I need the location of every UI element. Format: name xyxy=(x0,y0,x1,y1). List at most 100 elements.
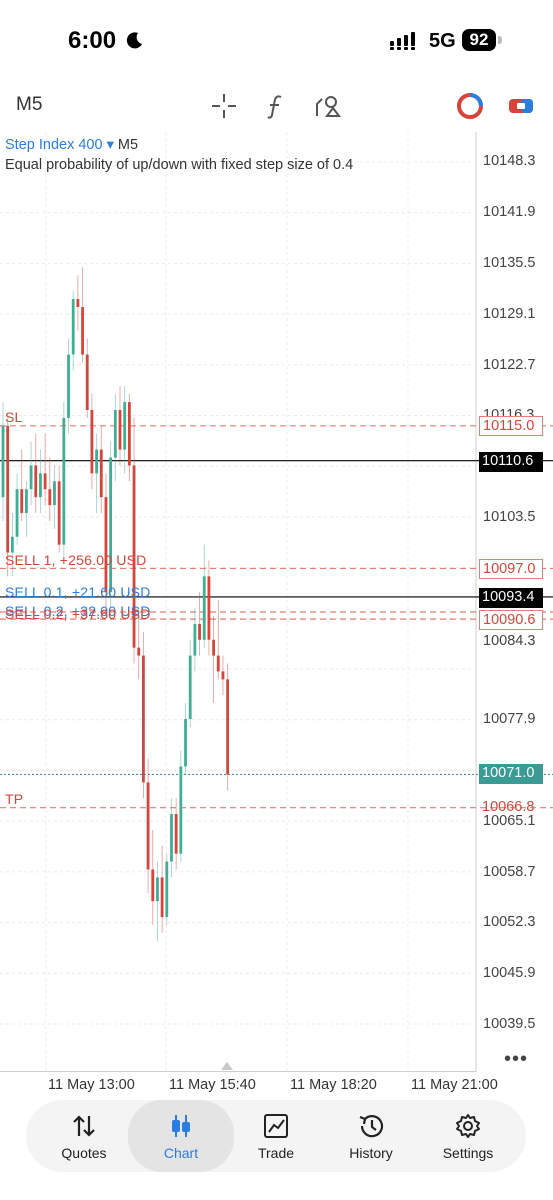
tab-history[interactable]: History xyxy=(321,1100,421,1172)
candle-body xyxy=(25,489,28,513)
price-tick: 10045.9 xyxy=(483,965,536,981)
time-tick: 11 May 21:00 xyxy=(411,1077,498,1093)
candle-body xyxy=(57,481,61,545)
tab-chart-label: Chart xyxy=(163,1145,199,1161)
price-tick: 10077.9 xyxy=(483,711,536,727)
objects-icon[interactable] xyxy=(314,92,342,120)
sell-price-box: 10090.6 xyxy=(479,610,543,630)
candle-body xyxy=(43,473,47,490)
tab-history-label: History xyxy=(349,1145,393,1161)
price-tick: 10039.5 xyxy=(483,1016,536,1032)
price-tick: 10103.5 xyxy=(483,509,536,525)
candle-body xyxy=(71,299,75,355)
symbol-description: Equal probability of up/down with fixed … xyxy=(5,157,354,173)
ask-price-box: 10093.4 xyxy=(479,588,543,608)
tab-quotes-label: Quotes xyxy=(61,1145,107,1161)
candle-body xyxy=(184,718,187,767)
candle-body xyxy=(104,497,108,593)
trade-icon xyxy=(264,1114,288,1138)
price-tick: 10141.9 xyxy=(483,204,536,220)
candle-body xyxy=(1,425,5,498)
tab-settings-label: Settings xyxy=(442,1145,494,1161)
candle-body xyxy=(48,489,52,506)
candle-body xyxy=(216,655,220,672)
candle-body xyxy=(29,465,33,490)
candle-body xyxy=(81,306,84,355)
sell01-line-label[interactable]: SELL 0.1, +21.60 USD xyxy=(5,584,151,600)
time-tick: 11 May 18:20 xyxy=(290,1077,377,1093)
candle-body xyxy=(113,409,117,458)
candle-body xyxy=(53,481,56,506)
sl-price-box: 10115.0 xyxy=(479,416,543,436)
symbol-header[interactable]: Step Index 400 ▾ M5 xyxy=(5,137,138,153)
candle-body xyxy=(179,766,183,854)
price-tick: 10129.1 xyxy=(483,306,536,322)
price-tick: 10148.3 xyxy=(483,153,536,169)
crosshair-price-box: 10110.6 xyxy=(479,452,543,472)
crosshair-icon[interactable] xyxy=(210,92,238,120)
sell02-line-label-b[interactable]: SELL 0.2, +37.60 USD xyxy=(5,606,151,622)
price-tick: 10052.3 xyxy=(483,914,536,930)
signal-icon xyxy=(390,32,415,50)
quotes-icon xyxy=(73,1115,95,1137)
candle-body xyxy=(212,639,215,656)
scroll-marker xyxy=(221,1062,233,1070)
candle-body xyxy=(151,869,155,902)
candle-body xyxy=(146,782,150,870)
candle-body xyxy=(6,425,10,553)
candle-body xyxy=(226,679,230,775)
candle-body xyxy=(15,489,19,537)
network-type: 5G xyxy=(429,30,456,52)
battery-icon: 92 xyxy=(462,29,496,51)
moon-icon xyxy=(126,32,142,49)
one-click-trading-icon[interactable] xyxy=(507,92,535,120)
price-tick: 10122.7 xyxy=(483,357,536,373)
status-time: 6:00 xyxy=(68,27,117,54)
candle-body xyxy=(118,409,122,450)
history-icon xyxy=(359,1115,384,1138)
candle-body xyxy=(170,814,173,862)
bid-price-box: 10071.0 xyxy=(479,764,543,784)
candle-body xyxy=(20,489,24,513)
candle-body xyxy=(156,877,159,902)
tab-quotes[interactable]: Quotes xyxy=(34,1100,134,1172)
status-bar: 6:00 5G 92 xyxy=(0,0,553,80)
sell1-price-box: 10097.0 xyxy=(479,559,543,579)
candle-body xyxy=(221,671,225,680)
candle-body xyxy=(207,576,211,640)
candle-body xyxy=(109,457,113,593)
timeframe-selector[interactable]: M5 xyxy=(16,94,42,116)
chart-candles-icon xyxy=(172,1115,190,1137)
indicators-icon[interactable] xyxy=(262,92,290,120)
time-tick: 11 May 13:00 xyxy=(48,1077,135,1093)
candle-body xyxy=(198,623,201,640)
candle-body xyxy=(188,655,192,719)
candle-body xyxy=(142,655,145,783)
candle-body xyxy=(160,877,164,918)
candle-body xyxy=(99,449,103,498)
sl-line-label[interactable]: SL xyxy=(5,409,23,425)
candle-body xyxy=(90,409,94,474)
candle-body xyxy=(127,402,131,466)
tab-settings[interactable]: Settings xyxy=(418,1100,518,1172)
candle-body xyxy=(95,449,98,474)
time-tick: 11 May 15:40 xyxy=(169,1077,256,1093)
color-scheme-icon[interactable] xyxy=(456,92,484,120)
candle-body xyxy=(165,861,169,918)
sell1-line-label[interactable]: SELL 1, +256.00 USD xyxy=(5,552,146,568)
symbol-dropdown-icon[interactable]: ▾ xyxy=(107,137,114,153)
tp-price-box: 10066.8 xyxy=(482,799,535,815)
more-options-icon[interactable]: ••• xyxy=(504,1048,528,1071)
candle-body xyxy=(193,623,197,656)
tab-chart[interactable]: Chart xyxy=(128,1100,234,1172)
candle-body xyxy=(123,402,127,450)
candle-body xyxy=(174,814,178,854)
price-tick: 10058.7 xyxy=(483,864,536,880)
symbol-name[interactable]: Step Index 400 xyxy=(5,137,103,153)
bottom-tab-bar: Quotes Chart Trade History Settings xyxy=(26,1100,526,1172)
settings-icon xyxy=(456,1114,480,1138)
price-tick: 10084.3 xyxy=(483,633,536,649)
tp-line-label[interactable]: TP xyxy=(5,791,23,807)
tab-trade[interactable]: Trade xyxy=(226,1100,326,1172)
candle-body xyxy=(39,473,42,498)
